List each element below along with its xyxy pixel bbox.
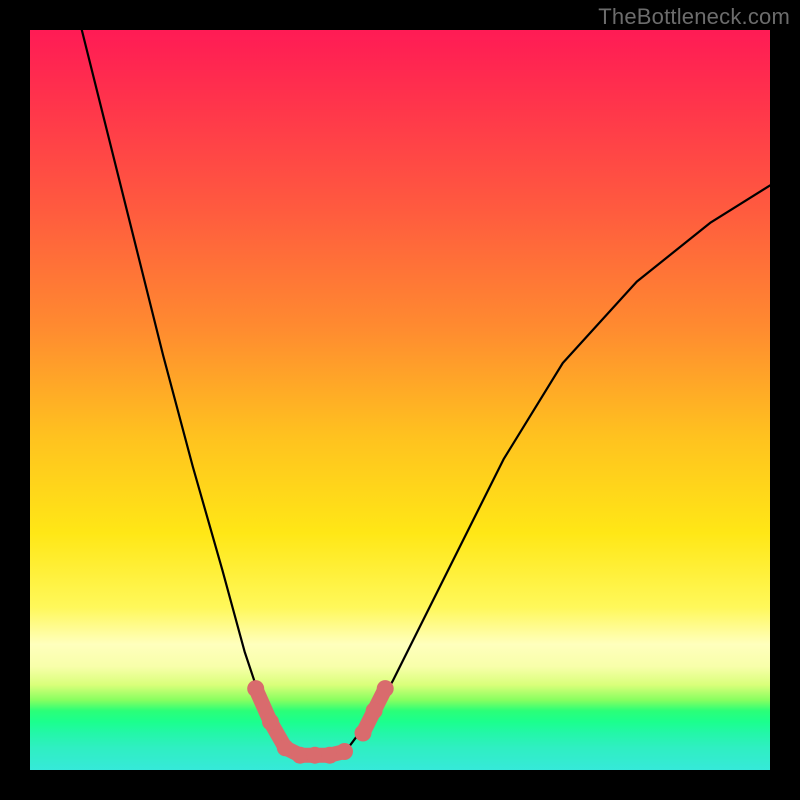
marker-dot <box>277 739 294 756</box>
marker-dot <box>321 747 338 764</box>
marker-dot <box>306 747 323 764</box>
marker-dot <box>247 680 264 697</box>
marker-dot <box>355 725 372 742</box>
watermark-text: TheBottleneck.com <box>598 4 790 30</box>
marker-dot <box>292 747 309 764</box>
marker-dot <box>262 713 279 730</box>
curve-left <box>82 30 289 748</box>
marker-dot <box>377 680 394 697</box>
marker-dot <box>336 743 353 760</box>
plot-area <box>30 30 770 770</box>
curve-layer <box>30 30 770 770</box>
marker-dot <box>366 702 383 719</box>
curve-right <box>348 185 770 747</box>
chart-frame: TheBottleneck.com <box>0 0 800 800</box>
